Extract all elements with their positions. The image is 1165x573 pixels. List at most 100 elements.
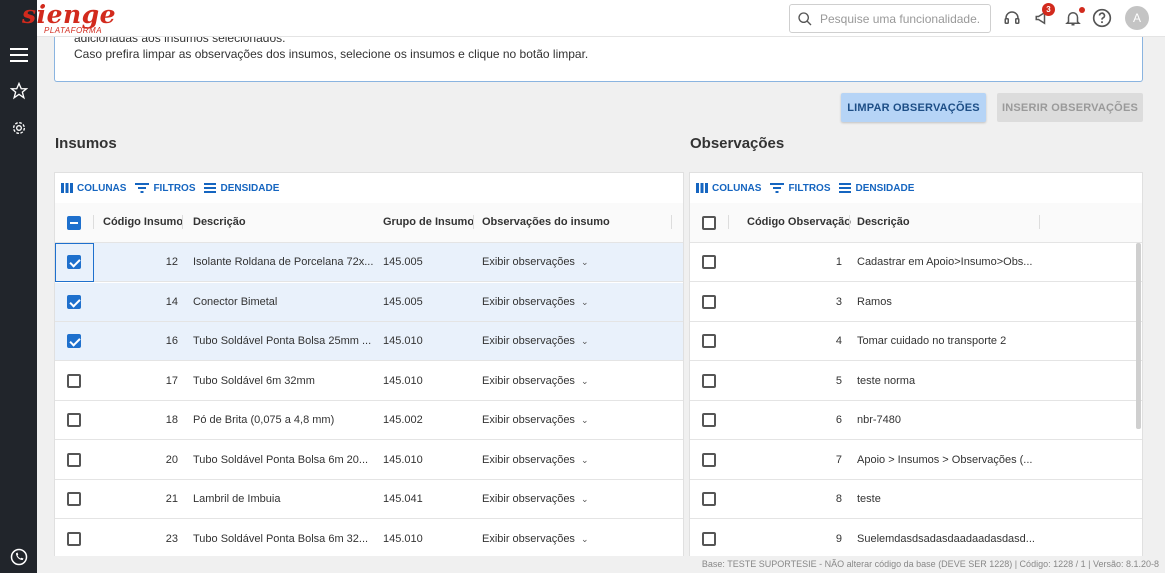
phone-icon[interactable] (8, 546, 29, 567)
cell-description: Cadastrar em Apoio>Insumo>Obs... (857, 256, 1033, 268)
clear-observations-button[interactable]: LIMPAR OBSERVAÇÕES (841, 93, 986, 122)
cell-description: Tubo Soldável Ponta Bolsa 25mm ... (193, 335, 372, 347)
avatar[interactable]: A (1125, 6, 1149, 30)
search-icon (797, 11, 813, 32)
table-row[interactable]: 14 Conector Bimetal 145.005 Exibir observaç… (55, 282, 683, 322)
row-checkbox[interactable] (702, 531, 716, 546)
chevron-down-icon: ⌄ (580, 257, 589, 267)
insert-observations-button[interactable]: INSERIR OBSERVAÇÕES (997, 93, 1143, 122)
cell-group: 145.002 (383, 414, 423, 426)
show-observations-link[interactable]: Exibir observações ⌄ (482, 493, 588, 505)
table-row[interactable]: 12 Isolante Roldana de Porcelana 72x... 14… (55, 243, 683, 282)
density-button[interactable]: DENSIDADE (204, 183, 279, 194)
footer-status: Base: TESTE SUPORTESIE - NÃO alterar cód… (37, 556, 1165, 573)
gear-icon[interactable] (8, 117, 29, 138)
cell-code: 21 (165, 493, 178, 505)
show-observations-link[interactable]: Exibir observações ⌄ (482, 454, 588, 466)
headset-icon[interactable] (1002, 8, 1022, 28)
select-all-checkbox[interactable] (702, 216, 716, 230)
row-checkbox[interactable] (67, 452, 81, 467)
row-checkbox[interactable] (702, 452, 716, 467)
help-icon[interactable] (1092, 8, 1112, 28)
header-code[interactable]: Código Observação (747, 216, 851, 228)
row-checkbox[interactable] (67, 255, 81, 269)
row-checkbox[interactable] (67, 531, 81, 546)
row-checkbox[interactable] (702, 492, 716, 506)
table-row[interactable]: 20 Tubo Soldável Ponta Bolsa 6m 20... 145.… (55, 441, 683, 480)
brand-subtitle: PLATAFORMA (44, 26, 103, 35)
insumos-header: Código Insumo Descrição Grupo de Insumo … (55, 203, 683, 243)
columns-icon (61, 183, 73, 193)
filters-button[interactable]: FILTROS (135, 183, 195, 194)
table-row[interactable]: 6 nbr-7480 (690, 401, 1142, 440)
show-observations-link[interactable]: Exibir observações ⌄ (482, 296, 588, 308)
select-all-checkbox[interactable] (67, 216, 81, 230)
chevron-down-icon: ⌄ (580, 296, 589, 307)
header-group[interactable]: Grupo de Insumo (383, 216, 474, 228)
row-checkbox[interactable] (702, 255, 716, 269)
insumos-grid: COLUNAS FILTROS DENSIDADE Código Insumo … (54, 172, 684, 562)
row-checkbox[interactable] (702, 294, 716, 309)
show-observations-label: Exibir observações (482, 335, 575, 347)
columns-button[interactable]: COLUNAS (696, 183, 761, 194)
cell-description: Apoio > Insumos > Observações (... (857, 453, 1033, 466)
star-icon[interactable] (8, 80, 29, 101)
table-row[interactable]: 17 Tubo Soldável 6m 32mm 145.010 Exibir obs… (55, 362, 683, 401)
cell-code: 5 (835, 374, 842, 387)
info-line-1: adicionadas aos insumos selecionados. (74, 37, 286, 45)
search-box[interactable] (789, 4, 991, 33)
show-observations-link[interactable]: Exibir observações ⌄ (482, 375, 588, 387)
table-row[interactable]: 9 Suelemdasdsadasdaadaadasdasd... (690, 520, 1142, 559)
row-checkbox[interactable] (702, 413, 716, 427)
columns-button[interactable]: COLUNAS (61, 183, 126, 194)
chevron-down-icon: ⌄ (580, 375, 589, 386)
cell-description: Tubo Soldável 6m 32mm (193, 374, 315, 387)
cell-description: Tubo Soldável Ponta Bolsa 6m 20... (193, 453, 369, 466)
row-checkbox[interactable] (67, 492, 81, 506)
table-row[interactable]: 5 teste norma (690, 362, 1142, 401)
chevron-down-icon: ⌄ (580, 415, 589, 425)
table-row[interactable]: 7 Apoio > Insumos > Observações (... (690, 441, 1142, 480)
row-checkbox[interactable] (67, 334, 81, 348)
table-row[interactable]: 16 Tubo Soldável Ponta Bolsa 25mm ... 145.… (55, 322, 683, 361)
show-observations-label: Exibir observações (482, 493, 575, 505)
header-observations[interactable]: Observações do insumo (482, 216, 610, 228)
show-observations-label: Exibir observações (482, 414, 575, 426)
chevron-down-icon: ⌄ (580, 533, 589, 544)
row-checkbox[interactable] (67, 294, 81, 309)
table-row[interactable]: 23 Tubo Soldável Ponta Bolsa 6m 32... 145.… (55, 520, 683, 559)
table-row[interactable]: 18 Pó de Brita (0,075 a 4,8 mm) 145.002 Exi… (55, 401, 683, 440)
insumos-title: Insumos (55, 135, 117, 152)
table-row[interactable]: 1 Cadastrar em Apoio>Insumo>Obs... (690, 243, 1142, 282)
cell-group: 145.005 (383, 256, 423, 268)
row-checkbox[interactable] (702, 373, 716, 388)
header-separator (93, 215, 94, 229)
header-description[interactable]: Descrição (193, 216, 246, 228)
filters-button[interactable]: FILTROS (770, 183, 830, 194)
chevron-down-icon: ⌄ (580, 454, 589, 465)
cell-description: Isolante Roldana de Porcelana 72x... (193, 256, 374, 268)
sidebar (0, 0, 37, 573)
row-checkbox[interactable] (67, 413, 81, 427)
table-row[interactable]: 21 Lambril de Imbuia 145.041 Exibir observa… (55, 480, 683, 519)
show-observations-link[interactable]: Exibir observações ⌄ (482, 533, 588, 545)
search-input[interactable] (820, 10, 985, 28)
header-description[interactable]: Descrição (857, 216, 910, 228)
observacoes-scrollbar[interactable] (1136, 243, 1141, 429)
table-row[interactable]: 8 teste (690, 480, 1142, 519)
show-observations-link[interactable]: Exibir observações ⌄ (482, 414, 588, 426)
row-checkbox[interactable] (67, 373, 81, 388)
table-row[interactable]: 4 Tomar cuidado no transporte 2 (690, 322, 1142, 361)
notification-badge: 3 (1042, 3, 1055, 16)
density-button[interactable]: DENSIDADE (839, 183, 914, 194)
sienge-logo[interactable]: sienge PLATAFORMA (10, 0, 130, 37)
row-checkbox[interactable] (702, 334, 716, 348)
show-observations-label: Exibir observações (482, 453, 575, 466)
cell-code: 12 (165, 256, 178, 268)
show-observations-link[interactable]: Exibir observações ⌄ (482, 256, 588, 268)
header-code[interactable]: Código Insumo (103, 216, 183, 228)
show-observations-link[interactable]: Exibir observações ⌄ (482, 335, 588, 347)
menu-icon[interactable] (8, 44, 29, 65)
table-row[interactable]: 3 Ramos (690, 283, 1142, 322)
filter-icon (135, 183, 150, 193)
